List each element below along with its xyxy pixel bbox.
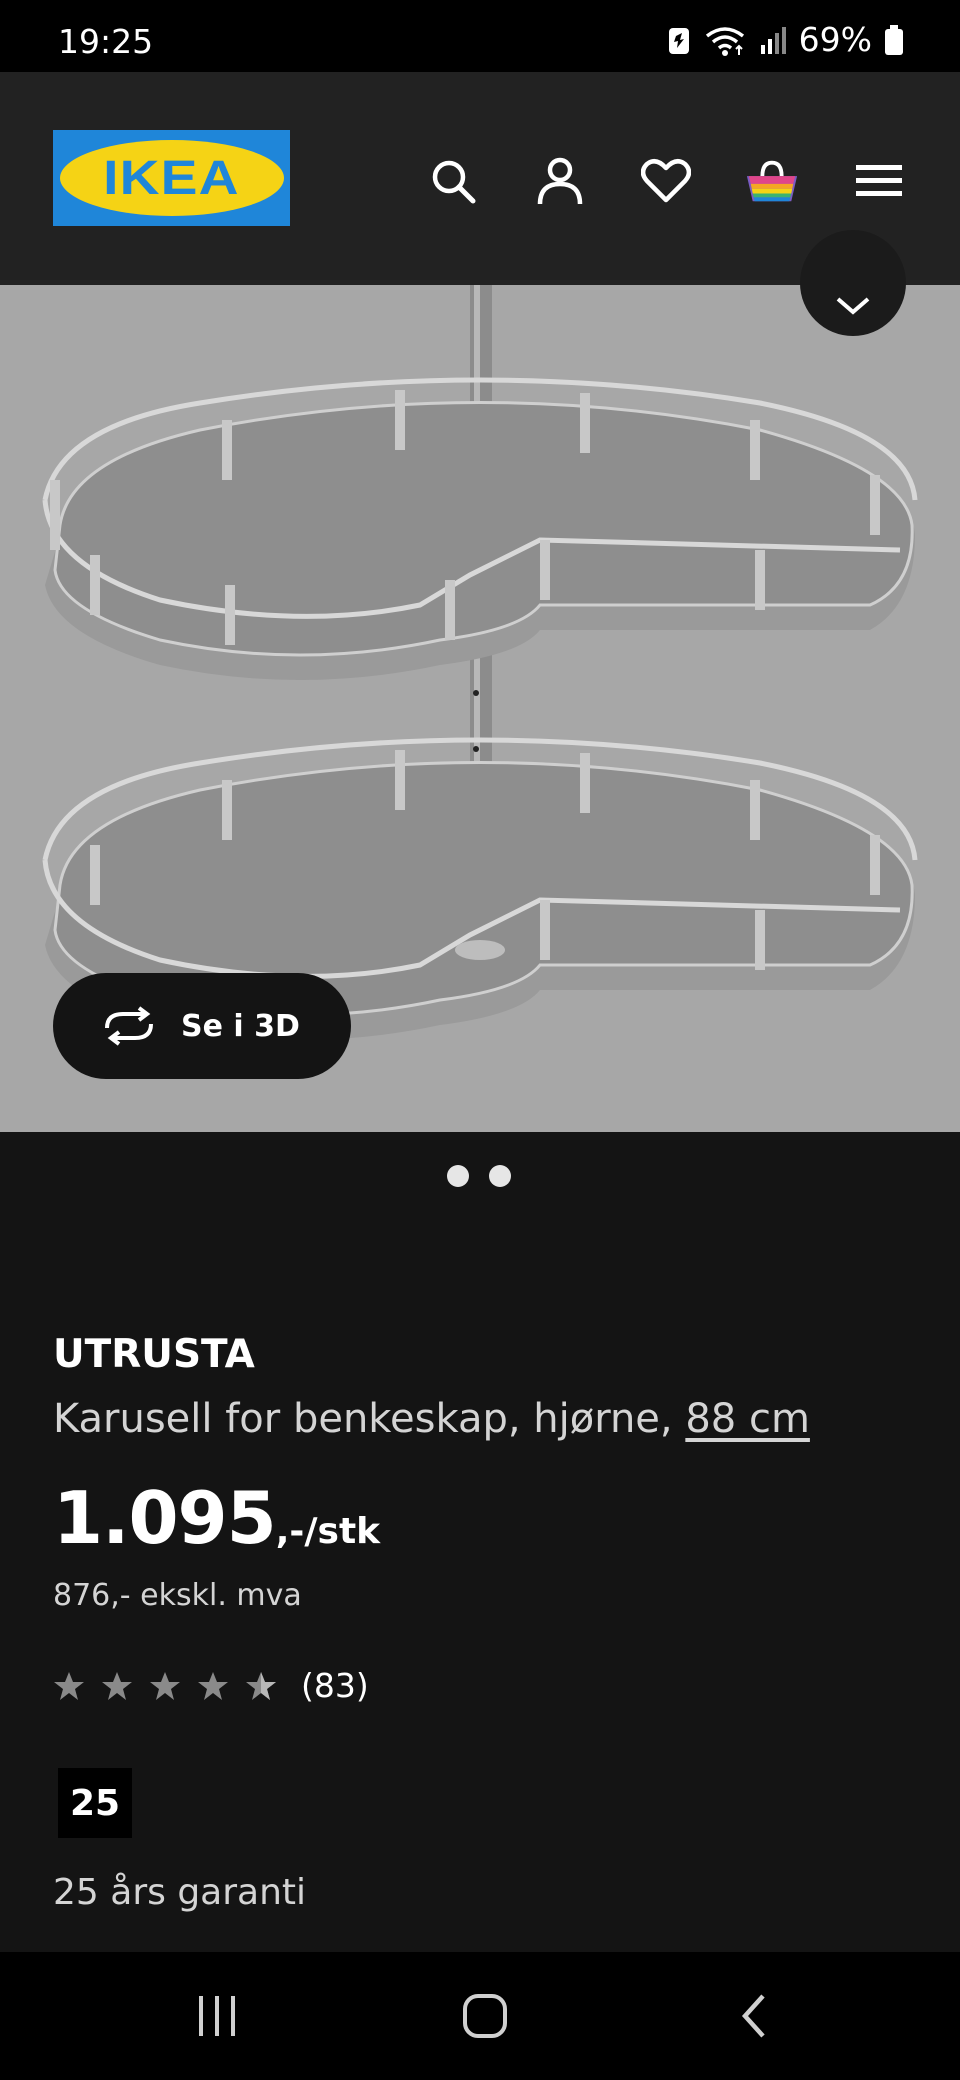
status-time: 19:25	[58, 22, 154, 61]
logo-text: IKEA	[103, 151, 240, 205]
product-size-link[interactable]: 88 cm	[685, 1396, 810, 1442]
rating-count: (83)	[301, 1666, 369, 1705]
battery-percent: 69%	[798, 20, 872, 59]
search-icon[interactable]	[426, 154, 480, 208]
account-icon[interactable]	[533, 154, 587, 208]
system-nav-bar	[0, 1952, 960, 2080]
back-icon[interactable]	[725, 1986, 785, 2046]
star-icon	[54, 1671, 84, 1700]
battery-icon	[885, 24, 903, 55]
warranty-badge: 25	[58, 1768, 132, 1838]
collapse-button[interactable]	[800, 230, 906, 336]
recent-apps-icon[interactable]	[187, 1986, 247, 2046]
view-in-3d-button[interactable]: Se i 3D	[53, 973, 351, 1079]
rotate-3d-icon	[105, 1006, 153, 1046]
battery-saver-icon	[668, 27, 689, 54]
star-icon	[150, 1671, 180, 1700]
product-price: 1.095 ,-/stk	[53, 1476, 380, 1560]
price-excl-vat: 876,- ekskl. mva	[53, 1578, 302, 1613]
home-icon[interactable]	[455, 1986, 515, 2046]
menu-icon[interactable]	[852, 154, 906, 208]
warranty-text: 25 års garanti	[53, 1872, 307, 1913]
half-star-icon	[246, 1671, 276, 1700]
star-icon	[102, 1671, 132, 1700]
price-amount: 1.095	[53, 1476, 277, 1560]
carousel-dot[interactable]	[489, 1165, 511, 1187]
logo-oval: IKEA	[59, 140, 284, 216]
favorites-heart-icon[interactable]	[639, 154, 693, 208]
product-description: Karusell for benkeskap, hjørne, 88 cm	[53, 1396, 810, 1442]
status-bar: 19:25 69%	[0, 0, 960, 72]
product-name: UTRUSTA	[53, 1332, 255, 1377]
wifi-icon	[705, 26, 744, 56]
price-suffix: ,-/stk	[275, 1511, 381, 1552]
product-rating[interactable]: (83)	[53, 1666, 369, 1705]
signal-icon	[760, 26, 786, 54]
view-in-3d-label: Se i 3D	[181, 1008, 300, 1044]
status-icons: 69%	[667, 20, 904, 59]
chevron-down-icon	[836, 297, 870, 315]
star-icon	[198, 1671, 228, 1700]
carousel-dot[interactable]	[447, 1165, 469, 1187]
rating-stars	[53, 1670, 277, 1702]
ikea-logo[interactable]: IKEA	[53, 130, 290, 226]
carousel-indicator	[447, 1165, 511, 1187]
basket-icon[interactable]	[745, 154, 799, 208]
product-description-text: Karusell for benkeskap, hjørne,	[53, 1396, 686, 1442]
